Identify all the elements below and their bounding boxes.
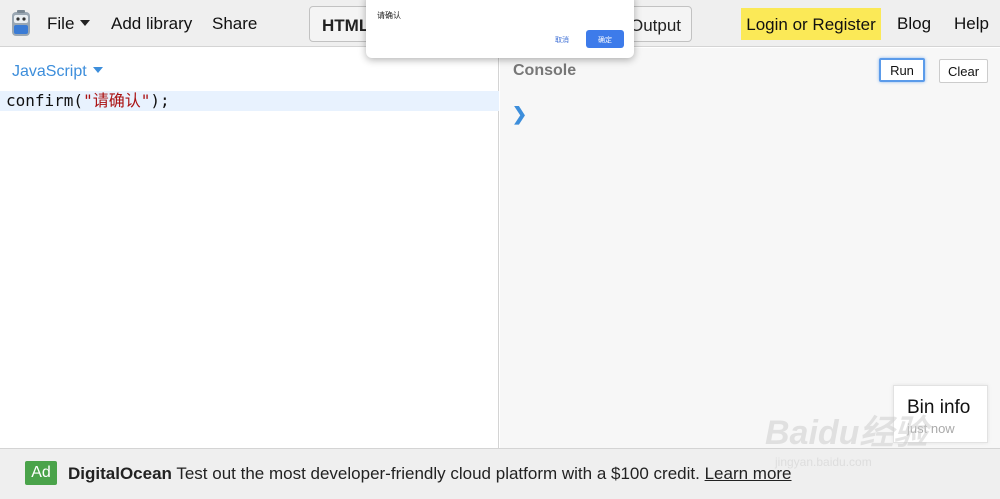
tab-html[interactable]: HTML xyxy=(322,16,369,36)
file-menu-label: File xyxy=(47,14,75,33)
run-button[interactable]: Run xyxy=(879,58,925,82)
blog-link[interactable]: Blog xyxy=(897,14,931,34)
tab-output[interactable]: Output xyxy=(630,16,681,36)
code-suffix: ); xyxy=(150,91,170,110)
ad-message: Test out the most developer-friendly clo… xyxy=(176,464,700,483)
dialog-message: 请确认 xyxy=(377,11,401,20)
code-function: confirm( xyxy=(6,91,84,110)
ad-text: DigitalOcean Test out the most developer… xyxy=(68,464,792,484)
code-line[interactable]: confirm("请确认"); xyxy=(0,91,499,111)
language-selector[interactable]: JavaScript xyxy=(12,63,103,81)
footer-ad-bar: Ad DigitalOcean Test out the most develo… xyxy=(0,448,1000,499)
console-title: Console xyxy=(513,62,577,79)
dialog-ok-button[interactable]: 确定 xyxy=(586,30,624,48)
file-menu[interactable]: File xyxy=(47,14,91,34)
console-pane: Console Run Clear ❯ Bin info just now xyxy=(500,48,1000,448)
bin-info-panel[interactable]: Bin info just now xyxy=(893,385,988,443)
jsbin-logo-icon[interactable] xyxy=(9,10,33,38)
bin-info-timestamp: just now xyxy=(907,421,955,436)
bin-info-title: Bin info xyxy=(907,397,971,418)
help-link[interactable]: Help xyxy=(954,14,989,34)
console-prompt-icon[interactable]: ❯ xyxy=(512,104,527,125)
learn-more-link[interactable]: Learn more xyxy=(705,464,792,483)
chevron-down-icon xyxy=(80,20,91,26)
share-menu[interactable]: Share xyxy=(212,14,257,34)
dialog-cancel-button[interactable]: 取消 xyxy=(544,30,580,48)
add-library-menu[interactable]: Add library xyxy=(111,14,192,34)
ad-badge: Ad xyxy=(25,461,57,485)
login-register-button[interactable]: Login or Register xyxy=(741,8,881,40)
ad-brand: DigitalOcean xyxy=(68,464,172,483)
code-string: "请确认" xyxy=(83,91,151,110)
javascript-editor-pane[interactable]: JavaScript confirm("请确认"); xyxy=(0,48,499,448)
chevron-down-icon xyxy=(92,67,103,73)
clear-button[interactable]: Clear xyxy=(939,59,988,83)
language-label: JavaScript xyxy=(12,63,87,80)
confirm-dialog: 请确认 取消 确定 xyxy=(366,0,634,58)
